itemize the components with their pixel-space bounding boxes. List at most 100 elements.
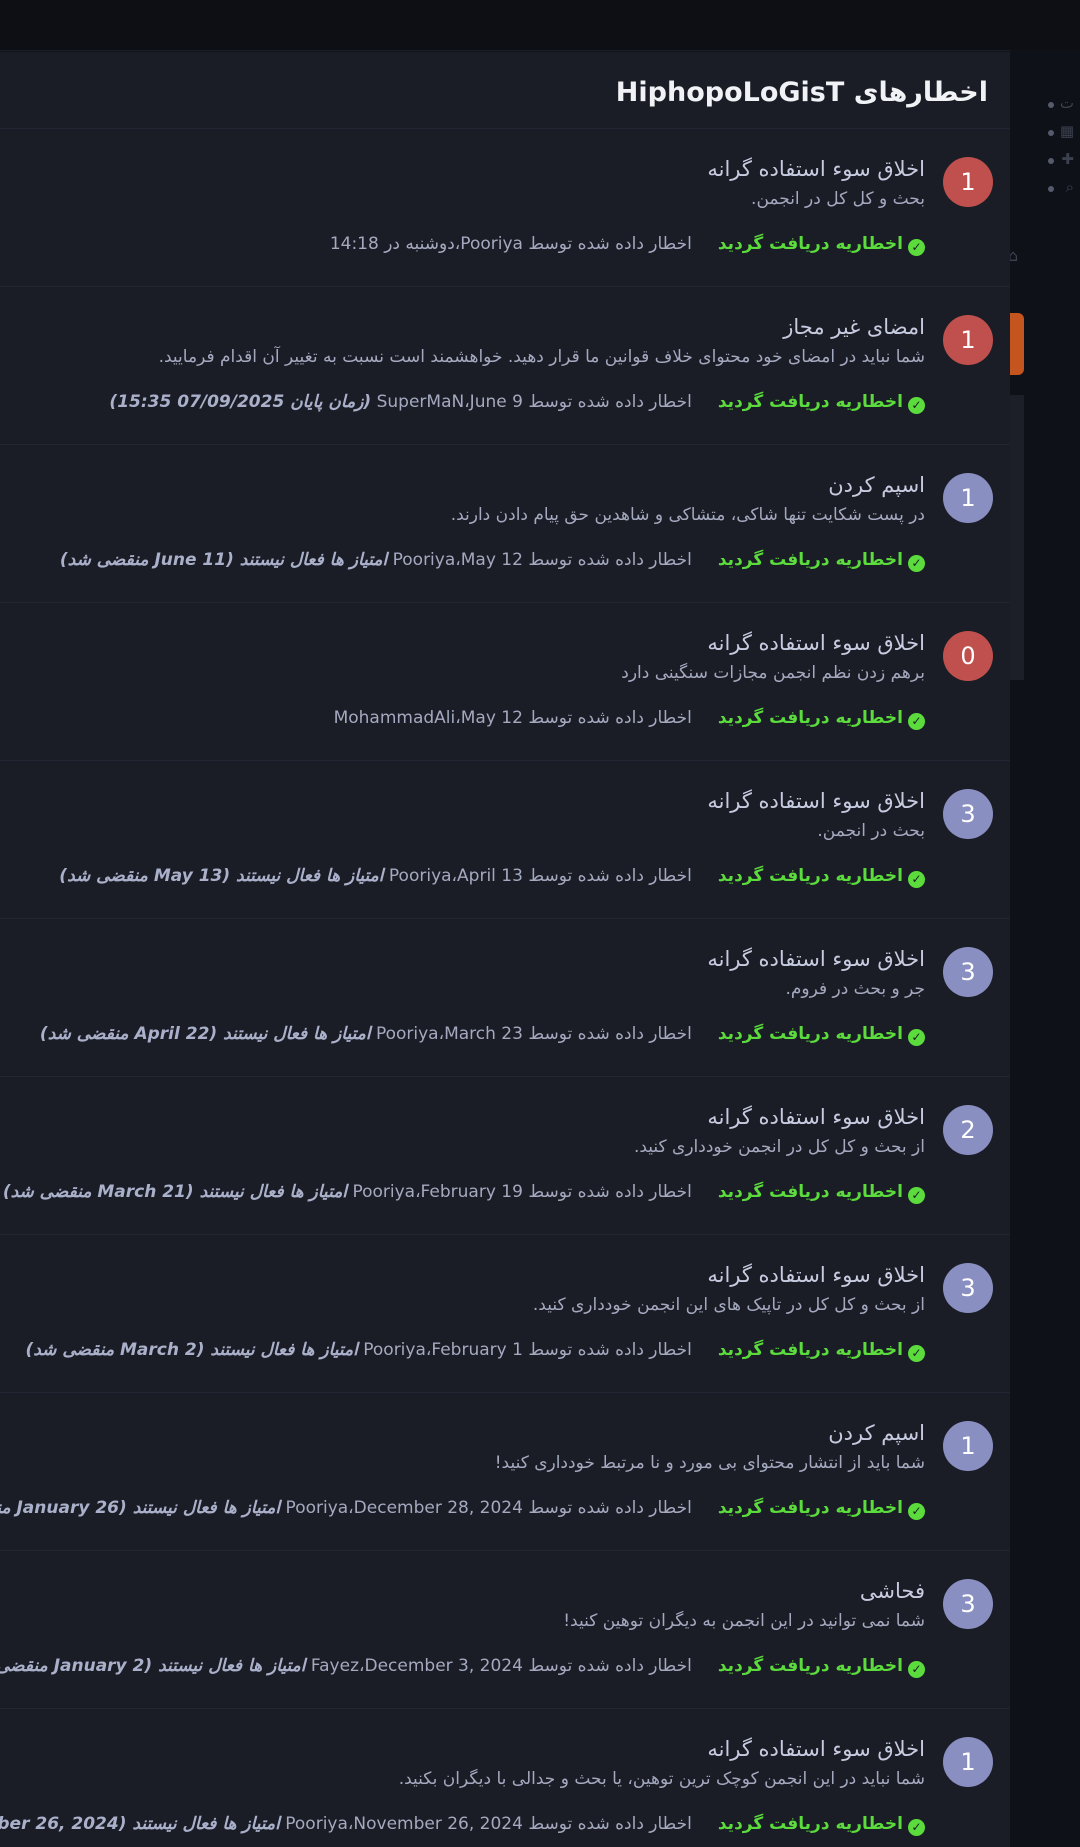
- warning-meta: ✓ اخطاریه دریافت گردید اخطار داده شده توسط…: [0, 1494, 925, 1522]
- modal-title: اخطارهای HiphopoLoGisT: [615, 77, 988, 108]
- issued-by-text: اخطار داده شده توسط Pooriya،February 19: [352, 1182, 692, 1202]
- expiry-text: امتیاز ها فعال نیستند (June 11 منقضی شد): [59, 550, 388, 570]
- warning-description: شما نباید در امضای خود محتوای خلاف قوانی…: [158, 347, 925, 367]
- acknowledged-status: ✓ اخطاریه دریافت گردید: [717, 1498, 925, 1520]
- warning-item: 1 اسپم کردن در پست شکایت تنها شاکی، متشاکی…: [0, 445, 1010, 603]
- acknowledged-status: ✓ اخطاریه دریافت گردید: [718, 866, 925, 888]
- check-circle-icon: ✓: [908, 713, 925, 730]
- issued-by-text: اخطار داده شده توسط Pooriya،February 1: [363, 1340, 692, 1360]
- check-circle-icon: ✓: [908, 871, 925, 888]
- warnings-modal: اخطارهای HiphopoLoGisT 1 اخلاق سوء استفاد…: [0, 52, 1010, 1847]
- warning-meta: ✓ اخطاریه دریافت گردید اخطار داده شده توسط…: [25, 1336, 925, 1364]
- check-circle-icon: ✓: [908, 1187, 925, 1204]
- warning-meta: ✓ اخطاریه دریافت گردید اخطار داده شده توسط…: [109, 388, 925, 416]
- warning-points-badge: 3: [943, 947, 993, 997]
- warning-points-badge: 1: [943, 1421, 993, 1471]
- plus-icon: ✚: [1061, 150, 1074, 168]
- warning-meta: ✓ اخطاریه دریافت گردید اخطار داده شده توسط…: [0, 1810, 925, 1838]
- check-circle-icon: ✓: [908, 397, 925, 414]
- warning-item: 3 اخلاق سوء استفاده گرانه بحث در انجمن. ✓ اخ…: [0, 761, 1010, 919]
- issued-by-text: اخطار داده شده توسط Pooriya،November 26,…: [285, 1814, 692, 1834]
- warning-points-badge: 1: [943, 473, 993, 523]
- acknowledged-label: اخطاریه دریافت گردید: [717, 1656, 903, 1676]
- acknowledged-label: اخطاریه دریافت گردید: [717, 1340, 903, 1360]
- acknowledged-status: ✓ اخطاریه دریافت گردید: [717, 234, 925, 256]
- expiry-text: امتیاز ها فعال نیستند (December 26, 2024…: [0, 1814, 280, 1834]
- warning-meta: ✓ اخطاریه دریافت گردید اخطار داده شده توسط…: [59, 862, 925, 890]
- bullet-dot: [1048, 130, 1054, 136]
- expiry-text: امتیاز ها فعال نیستند (May 13 منقضی شد): [59, 866, 384, 886]
- acknowledged-status: ✓ اخطاریه دریافت گردید: [717, 1182, 925, 1204]
- issued-by-text: اخطار داده شده توسط Pooriya،December 28,…: [285, 1498, 692, 1518]
- acknowledged-status: ✓ اخطاریه دریافت گردید: [717, 1814, 925, 1836]
- warning-description: در پست شکایت تنها شاکی، متشاکی و شاهدین …: [450, 505, 925, 525]
- issued-by-text: اخطار داده شده توسط Fayez،December 3, 20…: [310, 1656, 692, 1676]
- acknowledged-label: اخطاریه دریافت گردید: [717, 1182, 903, 1202]
- warnings-list: 1 اخلاق سوء استفاده گرانه بحث و کل کل در ا…: [0, 129, 1010, 1847]
- issued-by-text: اخطار داده شده توسط Pooriya،March 23: [375, 1024, 692, 1044]
- background-accent-tab: [1010, 313, 1024, 375]
- check-circle-icon: ✓: [908, 555, 925, 572]
- warning-title[interactable]: اخلاق سوء استفاده گرانه: [707, 627, 925, 659]
- warning-meta: ✓ اخطاریه دریافت گردید اخطار داده شده توسط…: [0, 1652, 925, 1680]
- background-panel-strip: [1010, 395, 1024, 680]
- warning-title[interactable]: اسپم کردن: [828, 1417, 925, 1449]
- warning-item: 0 اخلاق سوء استفاده گرانه برهم زدن نظم انج…: [0, 603, 1010, 761]
- warning-description: شما نمی توانید در این انجمن به دیگران تو…: [563, 1611, 925, 1631]
- warning-title[interactable]: اخلاق سوء استفاده گرانه: [707, 1733, 925, 1765]
- warning-points-badge: 3: [943, 1579, 993, 1629]
- warning-meta: ✓ اخطاریه دریافت گردید اخطار داده شده توسط…: [40, 1020, 925, 1048]
- warning-title[interactable]: امضای غیر مجاز: [783, 311, 925, 343]
- warning-title[interactable]: اخلاق سوء استفاده گرانه: [707, 1101, 925, 1133]
- warning-description: شما نباید در این انجمن کوچک ترین توهین، …: [398, 1769, 925, 1789]
- acknowledged-label: اخطاریه دریافت گردید: [717, 392, 903, 412]
- sidebar-item-add[interactable]: ✚: [1020, 148, 1080, 176]
- warning-title[interactable]: اخلاق سوء استفاده گرانه: [707, 943, 925, 975]
- acknowledged-status: ✓ اخطاریه دریافت گردید: [718, 550, 925, 572]
- acknowledged-status: ✓ اخطاریه دریافت گردید: [717, 708, 925, 730]
- expiry-text: امتیاز ها فعال نیستند (March 2 منقضی شد): [25, 1340, 358, 1360]
- expiry-text: امتیاز ها فعال نیستند (January 26 منقضی …: [0, 1498, 281, 1518]
- acknowledged-label: اخطاریه دریافت گردید: [717, 708, 903, 728]
- list-icon: ▦: [1059, 122, 1074, 140]
- warning-points-badge: 1: [943, 315, 993, 365]
- warning-item: 3 اخلاق سوء استفاده گرانه از بحث و کل کل د…: [0, 1235, 1010, 1393]
- warning-description: از بحث و کل کل در تاپیک های این انجمن خو…: [532, 1295, 925, 1315]
- issued-by-text: اخطار داده شده توسط Pooriya،May 12: [392, 550, 692, 570]
- acknowledged-label: اخطاریه دریافت گردید: [717, 1024, 903, 1044]
- warning-description: برهم زدن نظم انجمن مجازات سنگینی دارد: [621, 663, 925, 683]
- acknowledged-label: اخطاریه دریافت گردید: [717, 234, 903, 254]
- warning-description: بحث و کل کل در انجمن.: [751, 189, 925, 209]
- sidebar-item-search[interactable]: ⌕: [1020, 176, 1080, 204]
- acknowledged-status: ✓ اخطاریه دریافت گردید: [717, 1024, 925, 1046]
- sidebar-item-list[interactable]: ▦: [1020, 120, 1080, 148]
- background-sidebar-menu: ت ▦ ✚ ⌕: [1020, 92, 1080, 204]
- expiry-text: امتیاز ها فعال نیستند (March 21 منقضی شد…: [2, 1182, 348, 1202]
- warning-description: شما باید از انتشار محتوای بی مورد و نا م…: [494, 1453, 925, 1473]
- warning-description: بحث در انجمن.: [817, 821, 925, 841]
- chat-icon: ت: [1059, 94, 1074, 112]
- warning-item: 2 اخلاق سوء استفاده گرانه از بحث و کل کل د…: [0, 1077, 1010, 1235]
- acknowledged-label: اخطاریه دریافت گردید: [717, 1814, 903, 1834]
- sidebar-item-chat[interactable]: ت: [1020, 92, 1080, 120]
- warning-item: 1 اسپم کردن شما باید از انتشار محتوای بی م…: [0, 1393, 1010, 1551]
- check-circle-icon: ✓: [908, 1503, 925, 1520]
- warning-description: از بحث و کل کل در انجمن خودداری کنید.: [633, 1137, 925, 1157]
- warning-meta: ✓ اخطاریه دریافت گردید اخطار داده شده توسط…: [3, 1178, 925, 1206]
- warning-item: 1 اخلاق سوء استفاده گرانه شما نباید در این…: [0, 1709, 1010, 1847]
- warning-points-badge: 2: [943, 1105, 993, 1155]
- bullet-dot: [1048, 102, 1054, 108]
- check-circle-icon: ✓: [908, 1661, 925, 1678]
- issued-by-text: اخطار داده شده توسط SuperMaN،June 9: [376, 392, 692, 412]
- search-icon: ⌕: [1065, 178, 1074, 196]
- warning-title[interactable]: اسپم کردن: [828, 469, 925, 501]
- check-circle-icon: ✓: [908, 1345, 925, 1362]
- warning-meta: ✓ اخطاریه دریافت گردید اخطار داده شده توسط…: [60, 546, 925, 574]
- acknowledged-label: اخطاریه دریافت گردید: [717, 1498, 903, 1518]
- warning-item: 3 فحاشی شما نمی توانید در این انجمن به دیگ…: [0, 1551, 1010, 1709]
- warning-title[interactable]: اخلاق سوء استفاده گرانه: [707, 1259, 925, 1291]
- warning-title[interactable]: اخلاق سوء استفاده گرانه: [707, 785, 925, 817]
- warning-title[interactable]: فحاشی: [860, 1575, 925, 1607]
- warning-title[interactable]: اخلاق سوء استفاده گرانه: [707, 153, 925, 185]
- check-circle-icon: ✓: [908, 239, 925, 256]
